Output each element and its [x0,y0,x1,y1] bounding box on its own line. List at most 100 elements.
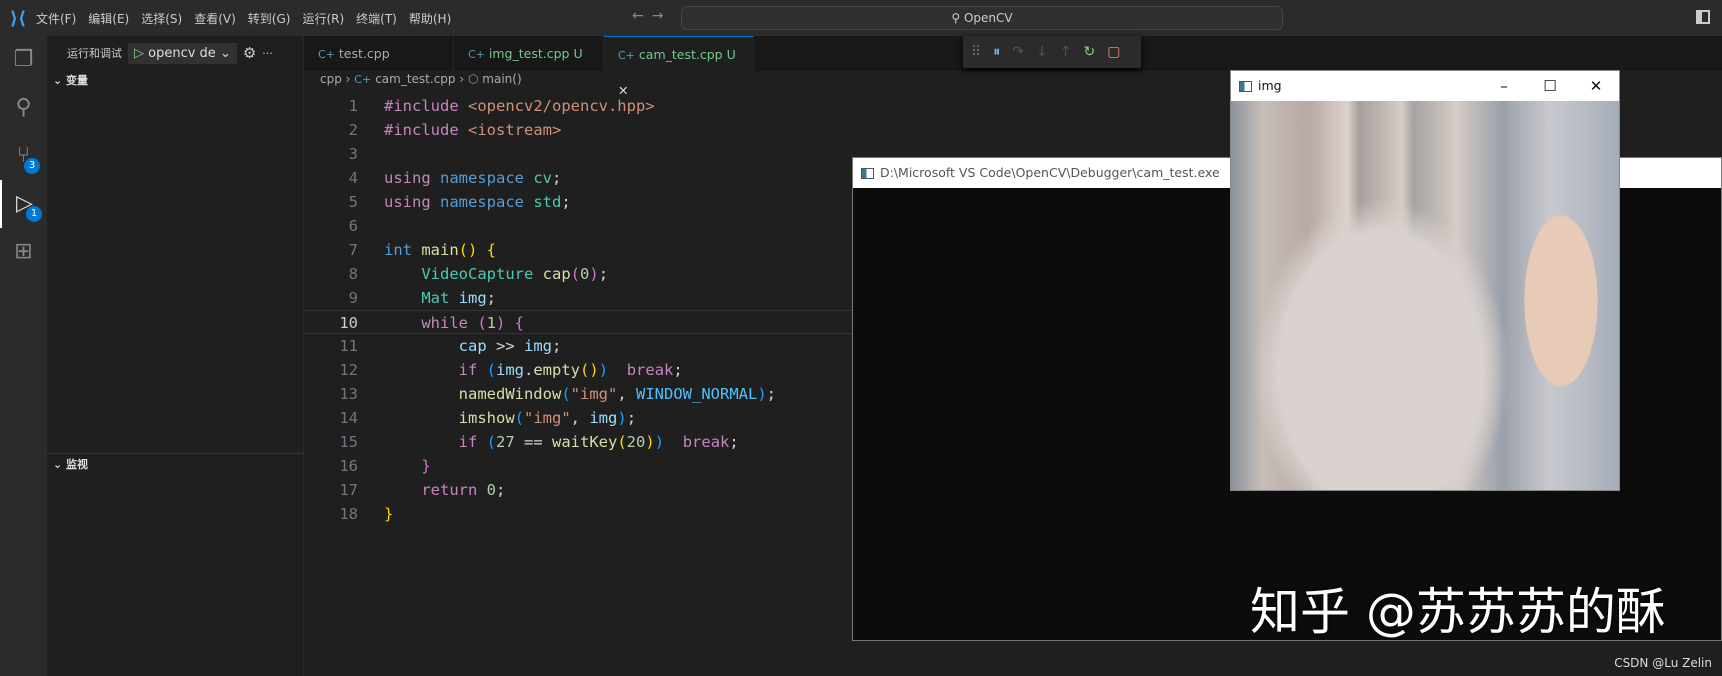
tab-label: img_test.cpp [488,46,570,61]
vscode-logo-icon: ⟩⟨ [9,7,27,29]
search-label: OpenCV [963,11,1013,25]
code-line[interactable]: 5 using namespace std; [304,190,852,214]
code-line[interactable]: 13 namedWindow("img", WINDOW_NORMAL); [304,382,852,406]
code-line[interactable]: 1 #include <opencv2/opencv.hpp> [304,94,852,118]
line-source: if (img.empty()) break; [384,358,683,382]
extensions-icon[interactable]: ⊞ [0,228,47,276]
code-token: WINDOW_NORMAL [636,385,758,403]
code-line[interactable]: 3 [304,142,852,166]
code-line[interactable]: 9 Mat img; [304,286,852,310]
restart-icon[interactable]: ↻ [1083,44,1095,60]
line-source: #include <opencv2/opencv.hpp> [384,94,655,118]
menu-item[interactable]: 选择(S) [141,12,182,26]
code-line[interactable]: 17 return 0; [304,478,852,502]
img-window[interactable]: img – ☐ ✕ [1230,70,1620,491]
code-token: namespace [440,193,534,211]
line-number: 1 [348,97,358,115]
console-icon [861,168,874,179]
code-token: } [384,505,394,523]
code-line[interactable]: 15 if (27 == waitKey(20)) break; [304,430,852,454]
menu-item[interactable]: 帮助(H) [409,12,451,26]
code-token: img [523,337,552,355]
code-line[interactable]: 2 #include <iostream> [304,118,852,142]
tab-cam-test-cpp[interactable]: C+ cam_test.cpp U ✕ [604,36,754,98]
gear-icon[interactable]: ⚙ [243,44,256,62]
crumb-folder[interactable]: cpp [320,72,342,86]
step-into-icon[interactable]: ↓ [1036,44,1048,60]
menu-item[interactable]: 查看(V) [194,12,236,26]
layout-toggle-icon[interactable] [1696,10,1710,24]
maximize-button[interactable]: ☐ [1527,71,1573,101]
close-button[interactable]: ✕ [1573,71,1619,101]
debug-config-select[interactable]: ▷ opencv de ⌄ [128,42,237,64]
nav-arrows[interactable]: ←→ [632,8,671,24]
code-token: 0 [580,265,590,283]
menu-item[interactable]: 运行(R) [302,12,344,26]
img-title-bar[interactable]: img – ☐ ✕ [1231,71,1619,101]
console-title: D:\Microsoft VS Code\OpenCV\Debugger\cam… [880,165,1220,180]
line-number: 18 [339,505,358,523]
more-icon[interactable]: ··· [262,47,273,60]
code-line[interactable]: 12 if (img.empty()) break; [304,358,852,382]
code-token: imshow [458,409,515,427]
code-line[interactable]: 11 cap >> img; [304,334,852,358]
code-line[interactable]: 10 while (1) { [304,310,852,334]
crumb-symbol[interactable]: main() [482,72,521,86]
code-editor[interactable]: 1 #include <opencv2/opencv.hpp> 2 #include … [304,94,852,526]
tab-label: test.cpp [338,46,390,61]
run-debug-icon[interactable]: ▷ 1 [0,180,47,228]
code-line[interactable]: 14 imshow("img", img); [304,406,852,430]
tab-label: cam_test.cpp [638,47,723,62]
step-over-icon[interactable]: ↷ [1012,44,1024,60]
code-token: while [421,314,478,332]
pause-icon[interactable]: ⏸ [993,44,1000,60]
menu-item[interactable]: 编辑(E) [88,12,129,26]
img-window-title: img [1258,78,1282,93]
line-source: #include <iostream> [384,118,561,142]
menu-item[interactable]: 文件(F) [36,12,76,26]
code-token: } [421,457,431,475]
tab-img-test-cpp[interactable]: C+ img_test.cpp U [454,36,604,71]
line-source: cap >> img; [384,334,562,358]
code-line[interactable]: 6 [304,214,852,238]
tab-test-cpp[interactable]: C+ test.cpp [304,36,454,71]
explorer-icon[interactable]: ❐ [0,36,47,84]
menu-item[interactable]: 终端(T) [356,12,397,26]
code-line[interactable]: 16 } [304,454,852,478]
code-line[interactable]: 8 VideoCapture cap(0); [304,262,852,286]
line-number: 9 [348,289,358,307]
line-number: 6 [348,217,358,235]
code-line[interactable]: 18} [304,502,852,526]
code-token: int [384,241,422,259]
line-number: 15 [339,433,358,451]
code-token: ( [570,265,580,283]
drag-handle-icon[interactable]: ⠿ [971,44,981,60]
crumb-file[interactable]: cam_test.cpp [375,72,455,86]
line-number: 10 [339,314,358,332]
command-center-search[interactable]: ⚲ OpenCV [681,6,1283,30]
variables-section[interactable]: ⌄ 变量 [47,70,303,92]
source-control-icon[interactable]: ⑂ 3 [0,132,47,180]
code-token: ) [757,385,767,403]
line-number: 16 [339,457,358,475]
minimize-button[interactable]: – [1481,71,1527,101]
stop-icon[interactable]: ▢ [1107,44,1120,60]
menu-item[interactable]: 转到(G) [248,12,291,26]
window-icon [1239,81,1252,92]
breadcrumb: cpp › C+ cam_test.cpp › ⬡ main() [320,72,522,86]
config-label: opencv de [148,45,216,61]
watch-section[interactable]: ⌄ 监视 [47,453,304,475]
code-line[interactable]: 7 int main() { [304,238,852,262]
code-line[interactable]: 4 using namespace cv; [304,166,852,190]
step-out-icon[interactable]: ↑ [1060,44,1072,60]
untracked-badge: U [726,47,736,62]
code-token: #include [384,121,468,139]
search-icon[interactable]: ⚲ [0,84,47,132]
untracked-badge: U [573,46,583,61]
start-debug-icon[interactable]: ▷ [134,46,144,61]
code-token: namespace [440,169,534,187]
